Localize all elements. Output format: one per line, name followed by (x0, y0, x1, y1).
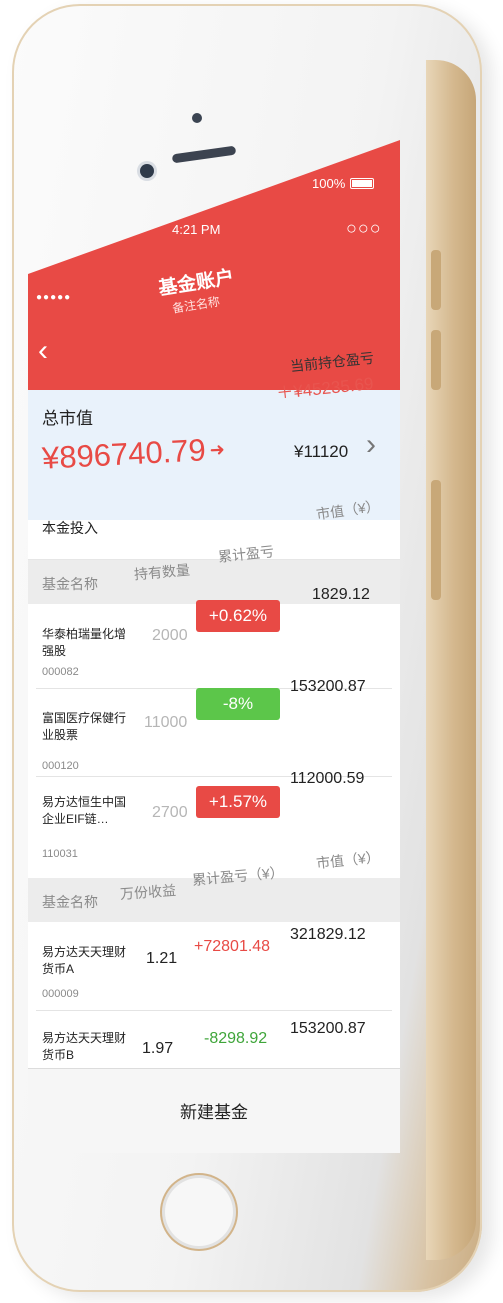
market-value: 112000.59 (290, 770, 365, 787)
col-header-name: 基金名称 (42, 894, 98, 910)
col-header-value: 市值（¥） (315, 848, 381, 872)
pl-badge: +1.57% (196, 786, 280, 818)
volume-up-button (431, 250, 441, 310)
ellipsis-icon[interactable]: ○○○ (346, 218, 382, 239)
battery-percent: 100% (312, 176, 346, 191)
col-header-earn: 万份收益 (119, 882, 177, 902)
principal-value: ¥11120 (294, 442, 349, 461)
front-camera (140, 164, 154, 178)
volume-down-button (431, 330, 441, 390)
fund-code: 000009 (42, 988, 79, 1000)
fund-name: 易方达天天理财货币A (42, 945, 127, 976)
principal-label: 本金投入 (42, 520, 98, 536)
earning-per-10k: 1.97 (142, 1040, 174, 1057)
row-divider (36, 1010, 392, 1011)
signal-icon: ●●●●● (36, 292, 72, 303)
proximity-sensor (192, 113, 202, 123)
home-button (165, 1178, 233, 1246)
cumulative-pl: -8298.92 (204, 1030, 268, 1047)
phone-rim (426, 60, 476, 1260)
fund-name: 华泰柏瑞量化增强股 (42, 627, 127, 658)
holding-qty: 2700 (152, 804, 188, 821)
fund-name: 易方达天天理财货币B (42, 1031, 127, 1062)
fund-code: 110031 (42, 848, 78, 860)
fund-name: 富国医疗保健行业股票 (42, 711, 127, 742)
holding-qty: 2000 (152, 627, 188, 644)
cumulative-pl: +72801.48 (194, 938, 271, 955)
power-button (431, 480, 441, 600)
pl-badge: +0.62% (196, 600, 280, 632)
new-fund-button[interactable]: 新建基金 (28, 1098, 400, 1123)
holding-qty: 11000 (144, 714, 188, 731)
market-value: 321829.12 (290, 926, 366, 943)
pl-badge: -8% (196, 688, 280, 720)
fund-code: 000120 (42, 760, 79, 772)
app-screen: ●●●●● 4:21 PM 100% ○○○ ‹ 基金账户 备注名称 当前持仓盈… (28, 140, 400, 1153)
chevron-left-icon[interactable]: ‹ (38, 336, 48, 366)
market-value: 153200.87 (290, 678, 366, 695)
fund-code: 000082 (42, 666, 79, 678)
total-label: 总市值 (42, 409, 93, 428)
fund-name: 易方达恒生中国企业EIF链… (42, 795, 127, 826)
earning-per-10k: 1.21 (146, 950, 178, 967)
battery-icon (350, 178, 375, 189)
market-value: 1829.12 (312, 586, 370, 603)
chevron-right-icon[interactable]: › (366, 430, 376, 460)
battery-status: 100% (312, 176, 375, 191)
market-value: 153200.87 (290, 1020, 366, 1037)
status-time: 4:21 PM (172, 222, 221, 237)
arrow-up-icon: ➜ (209, 438, 226, 460)
col-header-name: 基金名称 (42, 576, 98, 592)
